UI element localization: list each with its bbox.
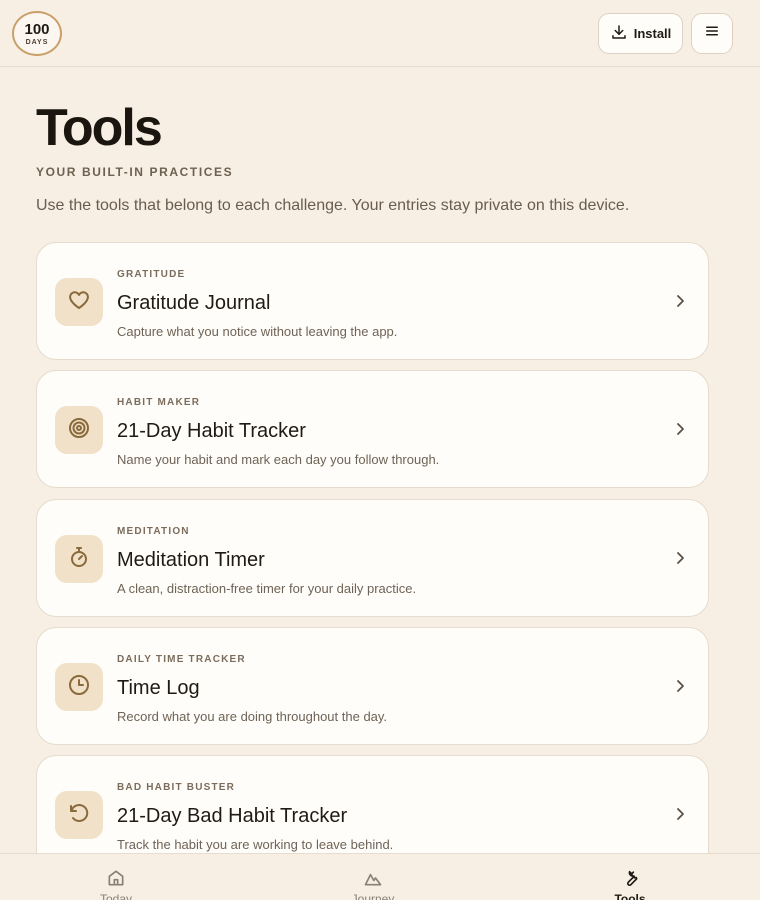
- card-title: 21-Day Bad Habit Tracker: [117, 805, 348, 827]
- nav-item-today[interactable]: Today: [41, 854, 191, 900]
- wrench-icon: [620, 868, 640, 888]
- card-eyebrow: BAD HABIT BUSTER: [117, 782, 236, 793]
- nav-item-tools[interactable]: Tools: [555, 854, 705, 900]
- card-eyebrow: HABIT MAKER: [117, 397, 201, 408]
- card-eyebrow: MEDITATION: [117, 526, 190, 537]
- tool-card-habit-tracker[interactable]: HABIT MAKER 21-Day Habit Tracker Name yo…: [36, 370, 709, 488]
- page-description: Use the tools that belong to each challe…: [36, 197, 630, 214]
- card-icon-tile: [55, 663, 103, 711]
- card-description: Record what you are doing throughout the…: [117, 709, 388, 724]
- logo-number: 100: [24, 20, 50, 38]
- chevron-right-icon: [673, 806, 687, 822]
- card-eyebrow: GRATITUDE: [117, 269, 186, 280]
- download-icon: [610, 23, 628, 44]
- hamburger-menu-icon: [703, 22, 721, 45]
- card-eyebrow: DAILY TIME TRACKER: [117, 654, 246, 665]
- clock-icon: [67, 673, 91, 702]
- heart-icon: [67, 288, 91, 317]
- bottom-nav: Today Journey Tools: [0, 853, 760, 900]
- chevron-right-icon: [673, 550, 687, 566]
- card-icon-tile: [55, 278, 103, 326]
- install-label: Install: [633, 26, 672, 41]
- top-bar: 100 DAYS Install: [0, 0, 760, 67]
- card-title: Time Log: [117, 677, 200, 699]
- app-root: 100 DAYS Install Tools YOUR BUILT-IN PRA…: [0, 0, 760, 900]
- mountain-icon: [363, 868, 383, 888]
- nav-item-journey[interactable]: Journey: [298, 854, 448, 900]
- menu-button[interactable]: [691, 13, 733, 54]
- tool-card-meditation-timer[interactable]: MEDITATION Meditation Timer A clean, dis…: [36, 499, 709, 617]
- card-title: Gratitude Journal: [117, 292, 271, 314]
- card-icon-tile: [55, 535, 103, 583]
- card-description: A clean, distraction-free timer for your…: [117, 581, 417, 596]
- card-title: 21-Day Habit Tracker: [117, 420, 306, 442]
- page-eyebrow: YOUR BUILT-IN PRACTICES: [36, 165, 234, 179]
- stopwatch-icon: [67, 545, 91, 574]
- home-icon: [106, 868, 126, 888]
- nav-label: Today: [99, 892, 133, 900]
- page-title: Tools: [36, 99, 163, 157]
- app-logo[interactable]: 100 DAYS: [12, 11, 62, 56]
- chevron-right-icon: [673, 678, 687, 694]
- card-description: Name your habit and mark each day you fo…: [117, 452, 440, 467]
- card-icon-tile: [55, 791, 103, 839]
- logo-subtitle: DAYS: [25, 38, 49, 46]
- target-icon: [67, 416, 91, 445]
- nav-label: Tools: [614, 892, 646, 900]
- card-title: Meditation Timer: [117, 549, 265, 571]
- card-description: Track the habit you are working to leave…: [117, 837, 394, 852]
- chevron-right-icon: [673, 293, 687, 309]
- nav-label: Journey: [351, 892, 395, 900]
- tool-card-time-log[interactable]: DAILY TIME TRACKER Time Log Record what …: [36, 627, 709, 745]
- rotate-ccw-icon: [67, 801, 91, 830]
- install-button[interactable]: Install: [598, 13, 683, 54]
- tool-card-gratitude-journal[interactable]: GRATITUDE Gratitude Journal Capture what…: [36, 242, 709, 360]
- chevron-right-icon: [673, 421, 687, 437]
- card-icon-tile: [55, 406, 103, 454]
- card-description: Capture what you notice without leaving …: [117, 324, 398, 339]
